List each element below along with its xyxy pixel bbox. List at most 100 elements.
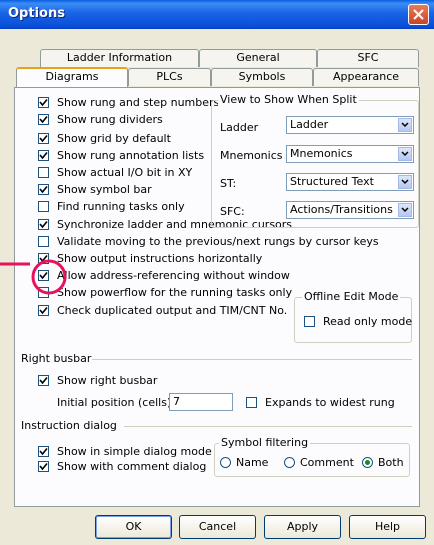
checkbox-label: Validate moving to the previous/next run… <box>57 235 379 248</box>
dropdown-arrow[interactable] <box>398 118 412 132</box>
checkbox-label: Show output instructions horizontally <box>57 252 263 265</box>
symbol-filtering-legend: Symbol filtering <box>219 436 311 449</box>
window-title: Options <box>8 6 65 21</box>
title-bar[interactable] <box>0 0 434 29</box>
checkbox-label: Show right busbar <box>57 374 158 387</box>
split-st-select[interactable]: Structured Text <box>286 173 414 191</box>
split-ladder-label: Ladder <box>220 121 259 134</box>
close-button[interactable] <box>408 4 429 25</box>
checkbox-box[interactable] <box>246 396 257 408</box>
tab-general[interactable]: General <box>199 49 317 67</box>
checkbox-label: Read only mode <box>323 315 413 328</box>
checkmark-icon <box>39 376 48 384</box>
checkmark-icon <box>39 134 48 142</box>
chevron-down-icon <box>401 151 409 157</box>
select-value: Structured Text <box>290 175 374 188</box>
radio-button[interactable] <box>362 456 373 468</box>
tab-plcs[interactable]: PLCs <box>128 68 211 86</box>
checkbox-show-output-horizontally[interactable]: Show output instructions horizontally <box>38 252 379 267</box>
checkmark-icon <box>39 462 48 470</box>
chevron-down-icon <box>401 207 409 213</box>
checkbox-allow-address-referencing[interactable]: Allow address-referencing without window <box>38 269 379 284</box>
radio-button[interactable] <box>284 456 295 468</box>
checkmark-icon <box>39 115 48 123</box>
initial-position-label: Initial position (cells): <box>57 396 175 409</box>
select-value: Actions/Transitions <box>290 203 393 216</box>
checkbox-expands-widest-rung[interactable]: Expands to widest rung <box>246 396 395 411</box>
tab-label: Symbols <box>238 70 286 83</box>
checkbox-label: Show actual I/O bit in XY <box>57 166 193 179</box>
dropdown-arrow[interactable] <box>398 175 412 189</box>
checkbox-label: Show symbol bar <box>57 183 152 196</box>
checkbox-read-only-mode[interactable]: Read only mode <box>304 315 412 330</box>
checkbox-box[interactable] <box>38 218 49 230</box>
tab-label: PLCs <box>156 70 183 83</box>
checkbox-label: Show rung and step numbers <box>57 96 220 109</box>
tab-symbols[interactable]: Symbols <box>211 68 313 86</box>
cancel-button[interactable]: Cancel <box>179 515 256 539</box>
checkbox-label: Show in simple dialog mode <box>57 445 212 458</box>
checkbox-box[interactable] <box>38 200 49 212</box>
checkmark-icon <box>39 220 48 228</box>
checkbox-box[interactable] <box>38 183 49 195</box>
split-sfc-select[interactable]: Actions/Transitions <box>286 201 414 219</box>
radio-comment[interactable]: Comment <box>284 456 354 471</box>
checkbox-validate-moving[interactable]: Validate moving to the previous/next run… <box>38 235 379 250</box>
checkmark-icon <box>39 98 48 106</box>
checkbox-box[interactable] <box>38 235 49 247</box>
split-mnemonics-label: Mnemonics <box>220 149 283 162</box>
checkbox-label: Find running tasks only <box>57 200 185 213</box>
select-value: Ladder <box>290 118 329 131</box>
radio-both[interactable]: Both <box>362 456 404 471</box>
checkbox-label: Expands to widest rung <box>265 396 395 409</box>
close-icon <box>413 9 424 20</box>
checkbox-box[interactable] <box>38 149 49 161</box>
chevron-down-icon <box>401 179 409 185</box>
checkbox-box[interactable] <box>38 132 49 144</box>
radio-label: Both <box>378 456 404 469</box>
divider <box>124 426 412 427</box>
split-ladder-select[interactable]: Ladder <box>286 116 414 134</box>
tab-appearance[interactable]: Appearance <box>313 68 419 86</box>
tab-diagrams[interactable]: Diagrams <box>16 67 128 87</box>
tab-label: Diagrams <box>45 70 99 83</box>
highlight-circle-annotation <box>0 259 67 295</box>
checkbox-comment-dialog[interactable]: Show with comment dialog <box>38 460 206 475</box>
checkbox-label: Show rung dividers <box>57 113 163 126</box>
checkbox-box[interactable] <box>304 315 315 327</box>
checkmark-icon <box>39 151 48 159</box>
checkbox-box[interactable] <box>38 460 49 472</box>
radio-name[interactable]: Name <box>220 456 268 471</box>
dropdown-arrow[interactable] <box>398 147 412 161</box>
help-button[interactable]: Help <box>349 515 426 539</box>
apply-button[interactable]: Apply <box>264 515 341 539</box>
tab-sfc[interactable]: SFC <box>317 49 419 67</box>
divider <box>92 359 412 360</box>
right-busbar-section-label: Right busbar <box>21 352 92 365</box>
tab-label: SFC <box>357 51 379 64</box>
checkbox-box[interactable] <box>38 113 49 125</box>
tab-label: Ladder Information <box>66 51 173 64</box>
checkmark-icon <box>39 306 48 314</box>
checkbox-box[interactable] <box>38 374 49 386</box>
chevron-down-icon <box>401 122 409 128</box>
ok-button[interactable]: OK <box>95 515 172 539</box>
split-mnemonics-select[interactable]: Mnemonics <box>286 145 414 163</box>
checkbox-box[interactable] <box>38 166 49 178</box>
checkbox-box[interactable] <box>38 445 49 457</box>
checkbox-box[interactable] <box>38 304 49 316</box>
checkmark-icon <box>39 185 48 193</box>
offline-edit-legend: Offline Edit Mode <box>302 290 401 303</box>
initial-position-input[interactable]: 7 <box>169 393 233 411</box>
instruction-dialog-section-label: Instruction dialog <box>21 419 117 432</box>
radio-button[interactable] <box>220 456 231 468</box>
checkbox-label: Show with comment dialog <box>57 460 207 473</box>
checkbox-simple-dialog-mode[interactable]: Show in simple dialog mode <box>38 445 212 460</box>
tab-ladder-information[interactable]: Ladder Information <box>40 49 199 67</box>
checkbox-label: Show rung annotation lists <box>57 149 205 162</box>
select-value: Mnemonics <box>290 147 353 160</box>
checkbox-box[interactable] <box>38 96 49 108</box>
checkbox-label: Allow address-referencing without window <box>57 269 290 282</box>
checkbox-show-right-busbar[interactable]: Show right busbar <box>38 374 157 389</box>
dropdown-arrow[interactable] <box>398 203 412 217</box>
